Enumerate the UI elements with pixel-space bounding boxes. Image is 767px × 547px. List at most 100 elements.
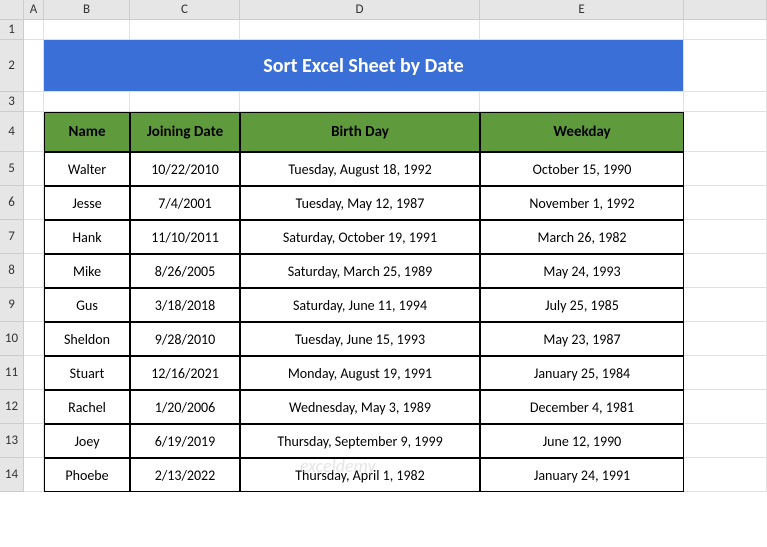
row-header-14[interactable]: 14	[0, 458, 24, 492]
cell-a6[interactable]	[24, 186, 44, 220]
cell-weekday-13[interactable]: June 12, 1990	[480, 424, 684, 458]
cell-birthday-5[interactable]: Tuesday, August 18, 1992	[240, 152, 480, 186]
cell-birthday-6[interactable]: Tuesday, May 12, 1987	[240, 186, 480, 220]
col-header-c[interactable]: C	[130, 0, 240, 19]
cell-birthday-14[interactable]: Thursday, April 1, 1982	[240, 458, 480, 492]
header-joining[interactable]: Joining Date	[130, 112, 240, 152]
cell-a3[interactable]	[24, 92, 44, 112]
select-all-corner[interactable]	[0, 0, 24, 19]
col-header-e[interactable]: E	[480, 0, 684, 19]
cell-c1[interactable]	[130, 20, 240, 40]
row-header-12[interactable]: 12	[0, 390, 24, 424]
cell-birthday-7[interactable]: Saturday, October 19, 1991	[240, 220, 480, 254]
cell-birthday-8[interactable]: Saturday, March 25, 1989	[240, 254, 480, 288]
cell-weekday-7[interactable]: March 26, 1982	[480, 220, 684, 254]
cell-name-6[interactable]: Jesse	[44, 186, 130, 220]
cell-joining-9[interactable]: 3/18/2018	[130, 288, 240, 322]
cell-a9[interactable]	[24, 288, 44, 322]
row-header-9[interactable]: 9	[0, 288, 24, 322]
cell-blank-5[interactable]	[684, 152, 767, 186]
row-header-6[interactable]: 6	[0, 186, 24, 220]
cell-b3[interactable]	[44, 92, 130, 112]
cell-name-10[interactable]: Sheldon	[44, 322, 130, 356]
cell-c3[interactable]	[130, 92, 240, 112]
cell-joining-8[interactable]: 8/26/2005	[130, 254, 240, 288]
cell-b1[interactable]	[44, 20, 130, 40]
cell-weekday-11[interactable]: January 25, 1984	[480, 356, 684, 390]
cell-birthday-11[interactable]: Monday, August 19, 1991	[240, 356, 480, 390]
cell-blank-3[interactable]	[684, 92, 767, 112]
row-header-10[interactable]: 10	[0, 322, 24, 356]
cell-blank-11[interactable]	[684, 356, 767, 390]
cell-birthday-9[interactable]: Saturday, June 11, 1994	[240, 288, 480, 322]
cell-blank-8[interactable]	[684, 254, 767, 288]
row-header-4[interactable]: 4	[0, 112, 24, 152]
cell-a14[interactable]	[24, 458, 44, 492]
cell-name-14[interactable]: Phoebe	[44, 458, 130, 492]
cell-weekday-14[interactable]: January 24, 1991	[480, 458, 684, 492]
cell-blank-14[interactable]	[684, 458, 767, 492]
cell-blank-6[interactable]	[684, 186, 767, 220]
cell-a5[interactable]	[24, 152, 44, 186]
row-header-7[interactable]: 7	[0, 220, 24, 254]
cell-a2[interactable]	[24, 40, 44, 92]
header-birthday[interactable]: Birth Day	[240, 112, 480, 152]
col-header-d[interactable]: D	[240, 0, 480, 19]
cell-name-7[interactable]: Hank	[44, 220, 130, 254]
cell-e3[interactable]	[480, 92, 684, 112]
cell-blank-10[interactable]	[684, 322, 767, 356]
cell-joining-12[interactable]: 1/20/2006	[130, 390, 240, 424]
cell-blank-1[interactable]	[684, 20, 767, 40]
cell-weekday-6[interactable]: November 1, 1992	[480, 186, 684, 220]
row-header-5[interactable]: 5	[0, 152, 24, 186]
cell-joining-11[interactable]: 12/16/2021	[130, 356, 240, 390]
cell-a8[interactable]	[24, 254, 44, 288]
cell-name-11[interactable]: Stuart	[44, 356, 130, 390]
title-cell[interactable]: Sort Excel Sheet by Date	[44, 40, 684, 92]
cell-blank-4[interactable]	[684, 112, 767, 152]
row-header-2[interactable]: 2	[0, 40, 24, 92]
cell-a10[interactable]	[24, 322, 44, 356]
cell-a12[interactable]	[24, 390, 44, 424]
row-header-13[interactable]: 13	[0, 424, 24, 458]
cell-joining-5[interactable]: 10/22/2010	[130, 152, 240, 186]
cell-name-13[interactable]: Joey	[44, 424, 130, 458]
cell-name-12[interactable]: Rachel	[44, 390, 130, 424]
cell-joining-13[interactable]: 6/19/2019	[130, 424, 240, 458]
cell-a4[interactable]	[24, 112, 44, 152]
header-weekday[interactable]: Weekday	[480, 112, 684, 152]
cell-weekday-12[interactable]: December 4, 1981	[480, 390, 684, 424]
row-header-1[interactable]: 1	[0, 20, 24, 40]
row-header-3[interactable]: 3	[0, 92, 24, 112]
cell-joining-7[interactable]: 11/10/2011	[130, 220, 240, 254]
cell-weekday-8[interactable]: May 24, 1993	[480, 254, 684, 288]
header-name[interactable]: Name	[44, 112, 130, 152]
row-header-11[interactable]: 11	[0, 356, 24, 390]
col-header-b[interactable]: B	[44, 0, 130, 19]
cell-name-5[interactable]: Walter	[44, 152, 130, 186]
cell-birthday-10[interactable]: Tuesday, June 15, 1993	[240, 322, 480, 356]
cell-birthday-13[interactable]: Thursday, September 9, 1999	[240, 424, 480, 458]
cell-weekday-10[interactable]: May 23, 1987	[480, 322, 684, 356]
col-header-blank[interactable]	[684, 0, 767, 19]
cell-a1[interactable]	[24, 20, 44, 40]
cell-weekday-9[interactable]: July 25, 1985	[480, 288, 684, 322]
cell-joining-6[interactable]: 7/4/2001	[130, 186, 240, 220]
cell-a11[interactable]	[24, 356, 44, 390]
cell-name-9[interactable]: Gus	[44, 288, 130, 322]
cell-blank-13[interactable]	[684, 424, 767, 458]
cell-blank-12[interactable]	[684, 390, 767, 424]
row-header-8[interactable]: 8	[0, 254, 24, 288]
cell-a13[interactable]	[24, 424, 44, 458]
cell-birthday-12[interactable]: Wednesday, May 3, 1989	[240, 390, 480, 424]
cell-weekday-5[interactable]: October 15, 1990	[480, 152, 684, 186]
cell-blank-9[interactable]	[684, 288, 767, 322]
cell-d3[interactable]	[240, 92, 480, 112]
cell-name-8[interactable]: Mike	[44, 254, 130, 288]
col-header-a[interactable]: A	[24, 0, 44, 19]
cell-d1[interactable]	[240, 20, 480, 40]
cell-blank-7[interactable]	[684, 220, 767, 254]
cell-joining-14[interactable]: 2/13/2022	[130, 458, 240, 492]
cell-blank-2[interactable]	[684, 40, 767, 92]
cell-joining-10[interactable]: 9/28/2010	[130, 322, 240, 356]
